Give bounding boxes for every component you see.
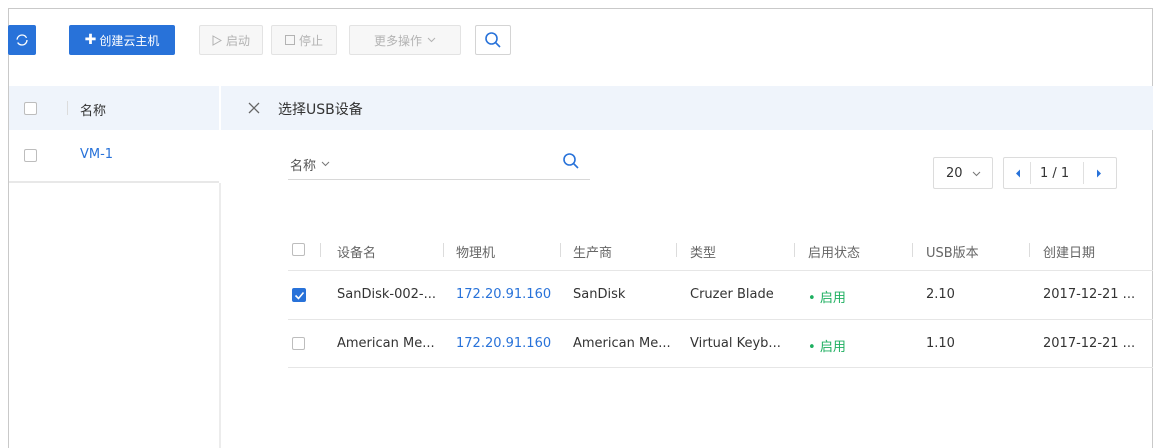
vm-row-checkbox[interactable] — [24, 149, 37, 162]
create-vm-label: 创建云主机 — [99, 33, 160, 48]
start-button[interactable]: 启动 — [199, 25, 263, 55]
stop-button[interactable]: 停止 — [271, 25, 337, 55]
more-actions-label: 更多操作 — [373, 33, 422, 48]
select-all-vm-checkbox[interactable] — [24, 102, 37, 115]
pager-divider — [1083, 162, 1084, 184]
check-icon — [294, 291, 305, 300]
stop-icon — [284, 35, 295, 45]
vm-list-header: 名称 — [9, 86, 219, 130]
cell-usb-version: 1.10 — [926, 336, 955, 351]
cell-usb-version: 2.10 — [926, 287, 955, 302]
more-actions-dropdown[interactable]: 更多操作 — [349, 25, 461, 55]
page-size-select[interactable]: 20 — [933, 157, 993, 189]
status-dot: • — [808, 340, 816, 355]
cell-vendor: SanDisk — [573, 287, 626, 302]
vm-name-link[interactable]: VM-1 — [80, 147, 113, 162]
column-header-status: 启用状态 — [808, 246, 861, 261]
column-separator — [676, 243, 677, 257]
column-separator — [1029, 243, 1030, 257]
column-header-vendor: 生产商 — [573, 246, 613, 261]
stop-label: 停止 — [298, 33, 323, 48]
close-icon[interactable] — [248, 102, 260, 114]
cell-type: Virtual Keyb... — [690, 336, 781, 351]
name-filter-dropdown[interactable]: 名称 — [290, 155, 350, 175]
column-separator — [443, 243, 444, 257]
select-all-usb-checkbox[interactable] — [292, 243, 305, 256]
pagination: 1 / 1 — [1003, 157, 1117, 189]
column-header-usb-version: USB版本 — [926, 246, 979, 261]
column-header-device: 设备名 — [337, 246, 377, 261]
page-indicator: 1 / 1 — [1040, 166, 1070, 181]
status-dot: • — [808, 291, 816, 306]
chevron-down-icon — [427, 37, 436, 43]
usb-row-checkbox[interactable] — [292, 288, 306, 302]
usb-panel-header: 选择USB设备 — [221, 86, 1153, 130]
column-header-host: 物理机 — [456, 246, 496, 261]
status-badge: • 启用 — [808, 287, 846, 306]
create-vm-button[interactable]: ✚ 创建云主机 — [69, 25, 175, 55]
column-separator — [67, 101, 68, 115]
page-size-value: 20 — [946, 166, 963, 181]
table-row[interactable]: SanDisk-002-... 172.20.91.160 SanDisk Cr… — [288, 271, 1153, 319]
table-divider — [288, 367, 1153, 368]
column-separator — [560, 243, 561, 257]
column-header-type: 类型 — [690, 246, 717, 261]
cell-host-link[interactable]: 172.20.91.160 — [456, 336, 551, 351]
start-label: 启动 — [225, 33, 250, 48]
table-row[interactable]: American Me... 172.20.91.160 American Me… — [288, 320, 1153, 367]
plus-icon: ✚ — [84, 32, 97, 48]
column-separator — [794, 243, 795, 257]
next-page-icon[interactable] — [1096, 169, 1102, 178]
filter-underline — [288, 179, 590, 180]
cell-created: 2017-12-21 ... — [1043, 336, 1136, 351]
search-icon — [485, 32, 501, 48]
vm-list-empty-area — [9, 183, 221, 448]
panel-title: 选择USB设备 — [278, 102, 363, 118]
column-header-created: 创建日期 — [1043, 246, 1096, 261]
cell-host-link[interactable]: 172.20.91.160 — [456, 287, 551, 302]
search-icon[interactable] — [562, 152, 580, 170]
prev-page-icon[interactable] — [1015, 169, 1021, 178]
cell-type: Cruzer Blade — [690, 287, 774, 302]
usb-table-header: 设备名 物理机 生产商 类型 启用状态 USB版本 创建日期 — [288, 232, 1153, 270]
cell-created: 2017-12-21 ... — [1043, 287, 1136, 302]
filter-field-label: 名称 — [290, 159, 317, 174]
chevron-down-icon — [972, 171, 981, 177]
vm-name-column-header: 名称 — [80, 104, 107, 119]
status-badge: • 启用 — [808, 336, 846, 355]
column-separator — [912, 243, 913, 257]
pager-divider — [1030, 162, 1031, 184]
refresh-button[interactable] — [8, 25, 36, 55]
column-separator — [320, 243, 321, 257]
cell-vendor: American Me... — [573, 336, 671, 351]
toolbar-search-button[interactable] — [475, 25, 511, 55]
cell-device: American Me... — [337, 336, 435, 351]
refresh-icon — [16, 34, 28, 46]
usb-row-checkbox[interactable] — [292, 337, 305, 350]
status-label: 启用 — [819, 291, 846, 306]
cell-device: SanDisk-002-... — [337, 287, 436, 302]
chevron-down-icon — [321, 161, 330, 167]
toolbar: ✚ 创建云主机 启动 停止 更多操作 — [8, 25, 511, 55]
vm-list-row[interactable]: VM-1 — [9, 130, 219, 183]
filter-search-input[interactable] — [350, 150, 550, 178]
play-icon — [212, 34, 222, 46]
status-label: 启用 — [819, 340, 846, 355]
